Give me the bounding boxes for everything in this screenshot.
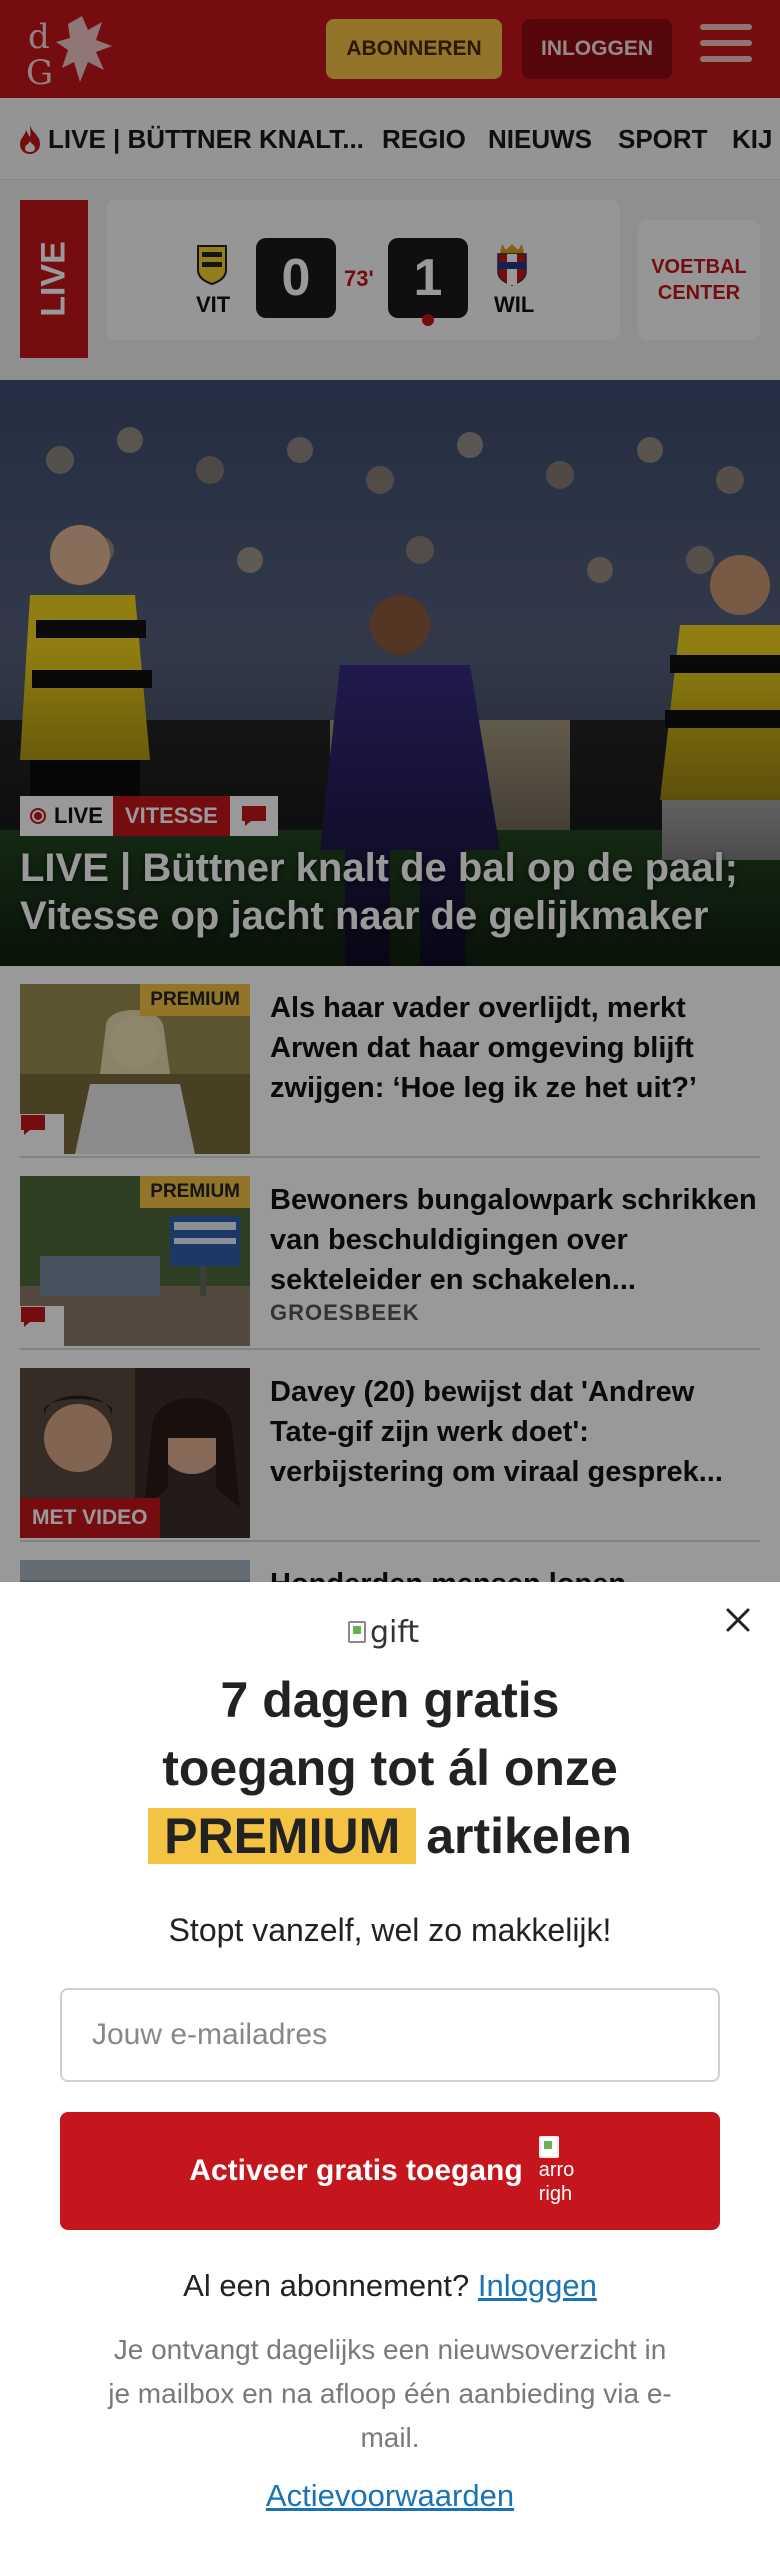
close-icon[interactable]	[718, 1600, 758, 1640]
broken-image-icon	[348, 1621, 366, 1643]
gift-icon: gift	[348, 1612, 438, 1652]
activate-trial-button[interactable]: Activeer gratis toegang arro righ	[60, 2112, 720, 2230]
promo-subtitle: Stopt vanzelf, wel zo makkelijk!	[168, 1912, 612, 1948]
modal-backdrop[interactable]	[0, 0, 780, 1582]
arrow-right-icon: arro righ	[538, 2121, 591, 2221]
login-link[interactable]: Inloggen	[478, 2268, 597, 2303]
newsletter-notice: Je ontvangt dagelijks een nieuwsoverzich…	[108, 2334, 672, 2453]
existing-subscription-line: Al een abonnement? Inloggen	[183, 2268, 597, 2303]
promo-title: 7 dagen gratis toegang tot ál onze PREMI…	[40, 1666, 740, 1870]
email-field[interactable]	[60, 1988, 720, 2082]
premium-highlight: PREMIUM	[148, 1808, 417, 1864]
terms-link[interactable]: Actievoorwaarden	[40, 2478, 740, 2514]
